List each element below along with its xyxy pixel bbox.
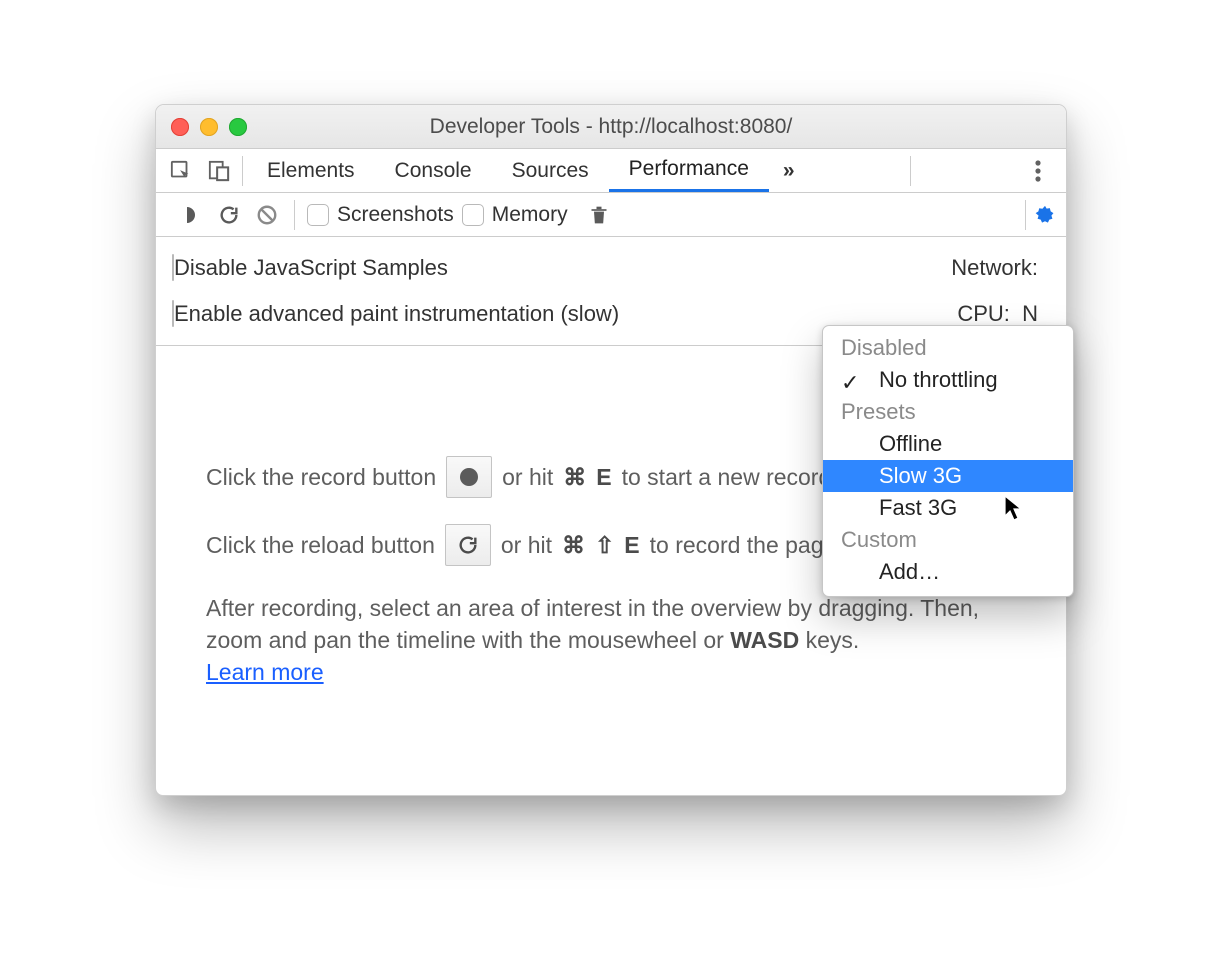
enable-paint-checkbox[interactable]: Enable advanced paint instrumentation (s… [172, 301, 619, 327]
text: Click the reload button [206, 529, 435, 561]
option-label: No throttling [879, 367, 998, 392]
disable-js-samples-checkbox[interactable]: Disable JavaScript Samples [172, 255, 448, 281]
cpu-value: N [1022, 301, 1038, 326]
cpu-label: CPU: N [957, 301, 1050, 327]
option-label: Fast 3G [879, 495, 957, 520]
device-toolbar-icon[interactable] [200, 149, 238, 193]
text: Click the record button [206, 461, 436, 493]
record-icon[interactable] [176, 200, 206, 230]
reload-icon [457, 534, 479, 556]
dropdown-group-custom: Custom [823, 524, 1073, 556]
cmd-key-icon: ⌘ [563, 461, 586, 493]
network-label: Network: [951, 255, 1050, 281]
tab-label: Elements [267, 159, 355, 183]
screenshots-label: Screenshots [337, 203, 454, 227]
screenshots-checkbox[interactable]: Screenshots [307, 203, 454, 227]
throttle-option-offline[interactable]: Offline [823, 428, 1073, 460]
dropdown-group-presets: Presets [823, 396, 1073, 428]
instruction-paragraph: After recording, select an area of inter… [206, 592, 1016, 689]
separator [294, 200, 295, 230]
close-window-button[interactable] [171, 118, 189, 136]
tab-performance[interactable]: Performance [609, 149, 769, 192]
tab-sources[interactable]: Sources [492, 149, 609, 192]
reload-icon[interactable] [214, 200, 244, 230]
enable-paint-label: Enable advanced paint instrumentation (s… [174, 301, 619, 326]
inspect-element-icon[interactable] [162, 149, 200, 193]
separator [910, 156, 911, 186]
devtools-window: Developer Tools - http://localhost:8080/… [155, 104, 1067, 796]
chevron-right-icon: » [783, 159, 795, 182]
trash-icon[interactable] [584, 200, 614, 230]
checkbox-icon [307, 204, 329, 226]
titlebar: Developer Tools - http://localhost:8080/ [156, 105, 1066, 149]
window-title: Developer Tools - http://localhost:8080/ [156, 115, 1066, 139]
settings-gear-icon[interactable] [1030, 200, 1060, 230]
tab-label: Sources [512, 159, 589, 183]
checkmark-icon: ✓ [841, 370, 859, 396]
separator [242, 156, 243, 186]
separator [1025, 200, 1026, 230]
memory-checkbox[interactable]: Memory [462, 203, 568, 227]
record-circle-icon [460, 468, 478, 486]
tab-elements[interactable]: Elements [247, 149, 375, 192]
tab-label: Performance [629, 157, 749, 181]
tab-label: Console [395, 159, 472, 183]
network-throttling-dropdown: Disabled ✓ No throttling Presets Offline… [822, 325, 1074, 597]
wasd-keys: WASD [730, 627, 799, 653]
zoom-window-button[interactable] [229, 118, 247, 136]
option-label: Add… [879, 559, 940, 584]
memory-label: Memory [492, 203, 568, 227]
settings-row-disable-js: Disable JavaScript Samples Network: [156, 245, 1066, 291]
traffic-lights [156, 118, 247, 136]
shift-key-icon: ⇧ [595, 529, 614, 561]
minimize-window-button[interactable] [200, 118, 218, 136]
throttle-option-slow-3g[interactable]: Slow 3G [823, 460, 1073, 492]
tabs-overflow-button[interactable]: » [769, 159, 809, 183]
text: keys. [799, 627, 859, 653]
checkbox-icon [462, 204, 484, 226]
dropdown-group-disabled: Disabled [823, 332, 1073, 364]
record-button[interactable] [446, 456, 492, 498]
kebab-icon [1035, 160, 1041, 182]
disable-js-samples-label: Disable JavaScript Samples [174, 255, 448, 280]
cmd-key-icon: ⌘ [562, 529, 585, 561]
more-options-button[interactable] [1016, 160, 1060, 182]
option-label: Offline [879, 431, 942, 456]
reload-button[interactable] [445, 524, 491, 566]
text: or hit [501, 529, 552, 561]
throttle-option-add[interactable]: Add… [823, 556, 1073, 588]
throttle-option-fast-3g[interactable]: Fast 3G [823, 492, 1073, 524]
panel-tabs: Elements Console Sources Performance » [247, 149, 809, 192]
performance-toolbar: Screenshots Memory [156, 193, 1066, 237]
main-tabstrip: Elements Console Sources Performance » [156, 149, 1066, 193]
text: or hit [502, 461, 553, 493]
text: After recording, select an area of inter… [206, 595, 979, 653]
learn-more-link[interactable]: Learn more [206, 659, 324, 685]
clear-icon[interactable] [252, 200, 282, 230]
throttle-option-no-throttling[interactable]: ✓ No throttling [823, 364, 1073, 396]
option-label: Slow 3G [879, 463, 962, 488]
cpu-label-text: CPU: [957, 301, 1010, 326]
tab-console[interactable]: Console [375, 149, 492, 192]
key-E: E [596, 461, 611, 493]
key-E: E [624, 529, 639, 561]
